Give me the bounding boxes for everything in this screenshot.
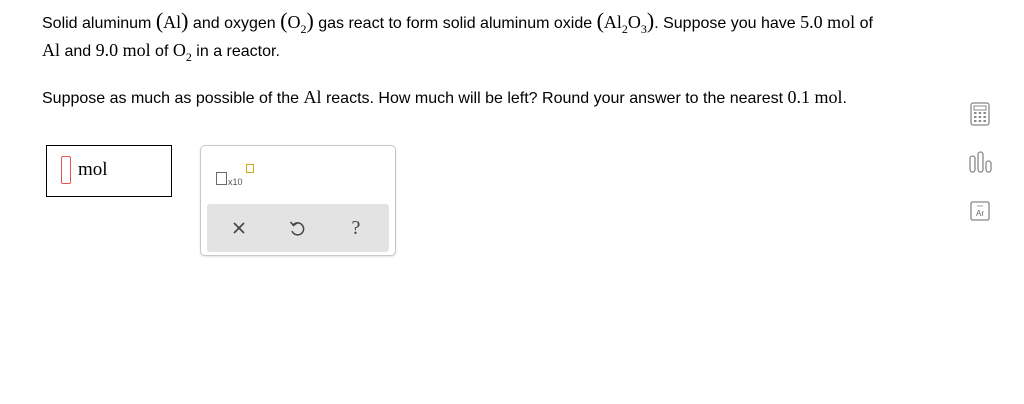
question-text: gas react to form solid aluminum oxide <box>313 15 597 32</box>
question-text: Suppose as much as possible of the <box>42 90 304 107</box>
oxygen-symbol: O <box>627 12 641 32</box>
data-chart-icon <box>969 151 992 173</box>
aluminum-symbol: Al <box>42 40 60 60</box>
aluminum-symbol: Al <box>603 12 622 32</box>
math-palette: x10 ? <box>200 145 396 256</box>
question-text: Solid aluminum <box>42 15 156 32</box>
help-icon: ? <box>351 216 361 239</box>
calculator-button[interactable] <box>968 101 992 126</box>
paren: ) <box>306 8 314 33</box>
question-prompt: Suppose as much as possible of the Al re… <box>42 87 847 108</box>
base-box-icon <box>216 172 227 185</box>
scientific-notation-button[interactable]: x10 <box>216 164 258 190</box>
question-text: and <box>60 43 96 60</box>
oxygen-symbol: O <box>287 12 301 32</box>
question-text: reacts. How much will be left? Round you… <box>321 90 788 107</box>
undo-button[interactable] <box>285 216 309 240</box>
oxygen-amount: 9.0 mol <box>95 40 151 60</box>
x10-label: x10 <box>228 177 243 187</box>
oxygen-symbol: O <box>172 40 186 60</box>
palette-action-bar: ? <box>207 204 389 252</box>
answer-input[interactable] <box>61 156 71 184</box>
periodic-table-button[interactable]: Ar <box>968 199 992 223</box>
question-text: of <box>855 15 873 32</box>
exponent-box-icon <box>246 164 254 173</box>
aluminum-symbol: Al <box>163 12 182 32</box>
question-line-1: Solid aluminum (Al) and oxygen (O2) gas … <box>42 8 873 35</box>
answer-unit: mol <box>78 159 108 180</box>
aluminum-amount: 5.0 mol <box>800 12 856 32</box>
svg-text:Ar: Ar <box>976 209 984 218</box>
calculator-icon <box>970 102 990 126</box>
aluminum-symbol: Al <box>303 87 322 107</box>
data-chart-button[interactable] <box>968 150 992 174</box>
question-line-2: Al and 9.0 mol of O2 in a reactor. <box>42 40 280 63</box>
question-text: of <box>150 43 173 60</box>
answer-box: mol <box>46 145 172 197</box>
question-text: . Suppose you have <box>654 15 801 32</box>
question-text: . <box>842 90 847 107</box>
periodic-table-icon: Ar <box>970 201 990 221</box>
paren: ( <box>596 8 604 33</box>
question-text: in a reactor. <box>191 43 280 60</box>
precision-value: 0.1 mol <box>787 87 843 107</box>
clear-button[interactable] <box>227 216 251 240</box>
undo-icon <box>289 221 305 236</box>
close-icon <box>233 222 245 234</box>
help-button[interactable]: ? <box>344 216 368 240</box>
question-text: and oxygen <box>188 15 281 32</box>
